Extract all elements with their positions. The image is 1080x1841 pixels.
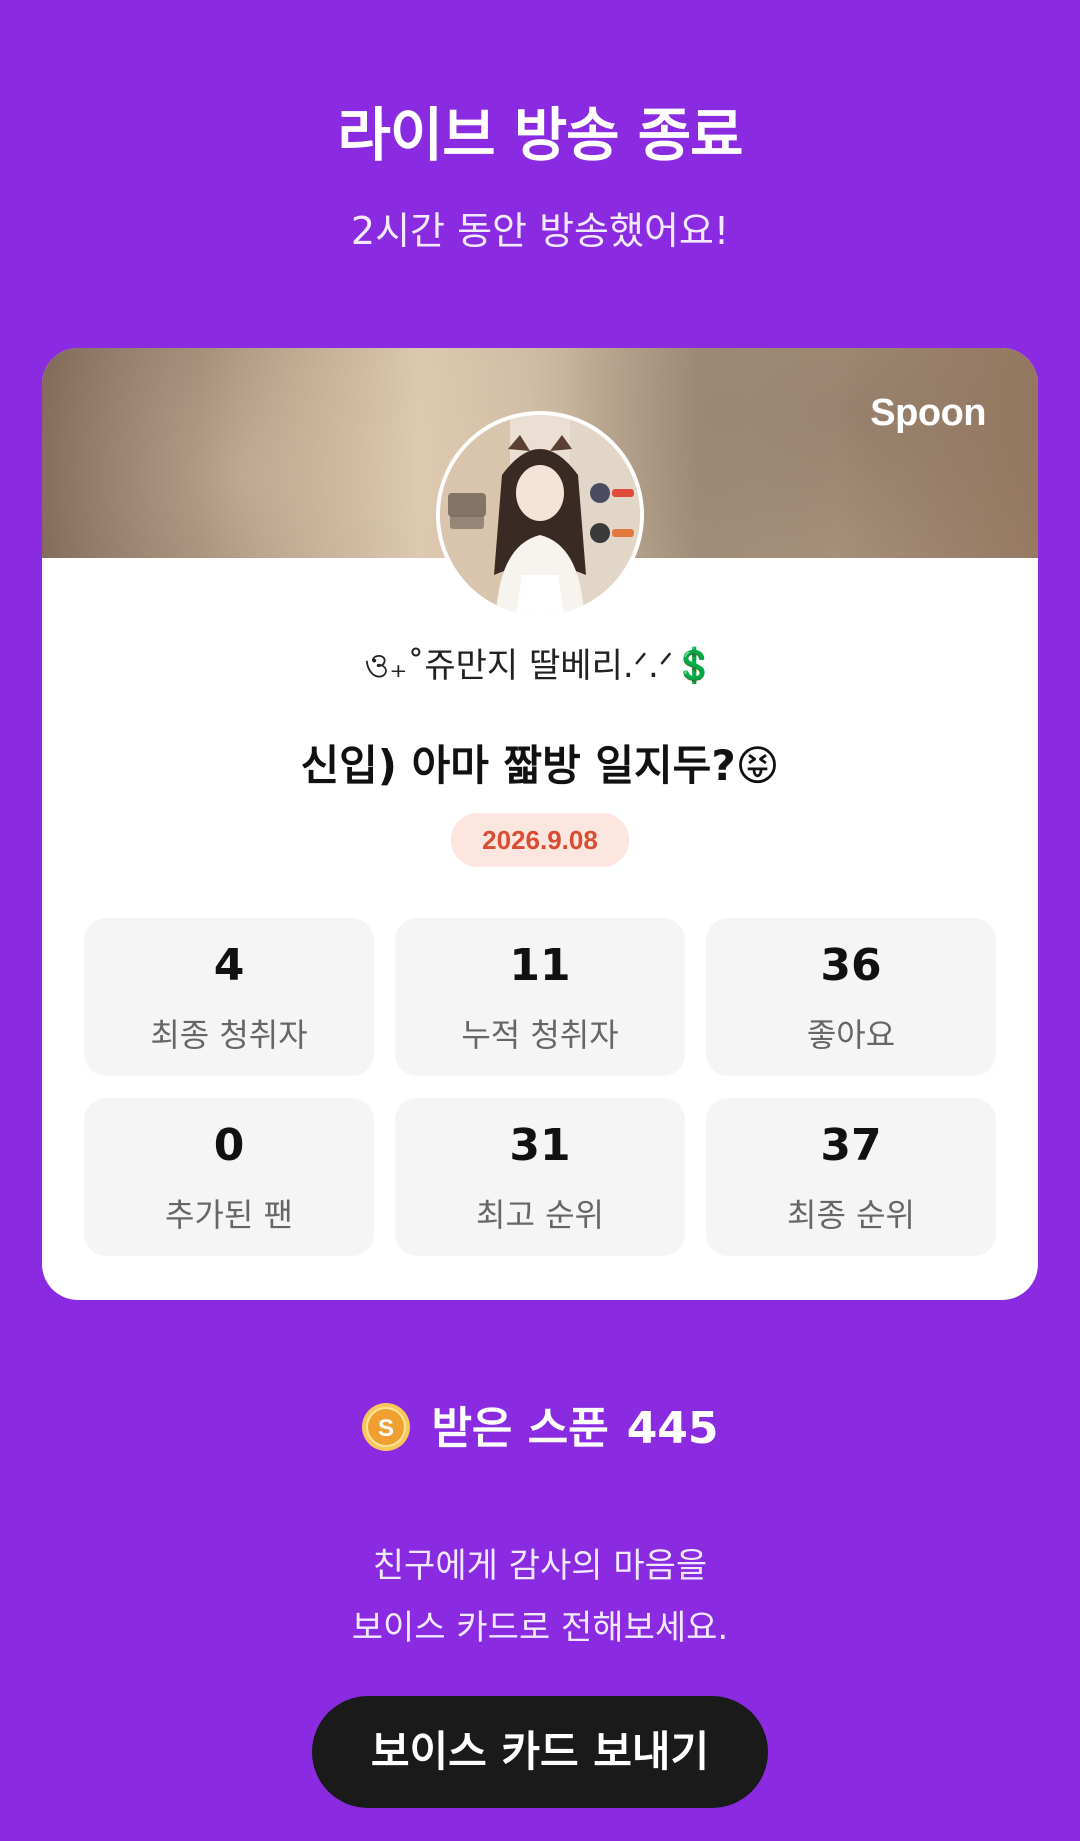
voice-card-prompt-line: 친구에게 감사의 마음을 <box>372 1546 708 1586</box>
broadcast-title: 신입) 아마 짧방 일지두?😝 <box>300 741 780 790</box>
stat-label: 누적 청취자 <box>461 1016 619 1054</box>
stat-best-rank: 31 최고 순위 <box>395 1098 685 1256</box>
host-nickname: ও₊˚쥬만지 딸베리.ᐟ.ᐟ💲 <box>364 646 716 686</box>
svg-text:S: S <box>378 1415 394 1442</box>
stats-grid: 4 최종 청취자 11 누적 청취자 36 좋아요 0 추가된 팬 31 최고 … <box>84 918 996 1256</box>
date-badge: 2026.9.08 <box>451 813 629 867</box>
spoons-label: 받은 스푼 <box>431 1403 609 1454</box>
stat-label: 최고 순위 <box>476 1196 604 1234</box>
stat-label: 추가된 팬 <box>165 1196 293 1234</box>
stat-value: 11 <box>509 940 571 991</box>
send-voice-card-button[interactable]: 보이스 카드 보내기 <box>312 1696 768 1808</box>
stat-total-listeners: 11 누적 청취자 <box>395 918 685 1076</box>
stat-value: 37 <box>820 1120 882 1171</box>
stat-label: 최종 청취자 <box>150 1016 308 1054</box>
stat-final-listeners: 4 최종 청취자 <box>84 918 374 1076</box>
avatar <box>436 411 644 619</box>
stat-final-rank: 37 최종 순위 <box>706 1098 996 1256</box>
broadcast-summary-card: Spoon ও₊˚쥬만지 딸베리.ᐟ.ᐟ💲 신입) 아마 짧방 일지두?😝 20… <box>42 348 1038 1300</box>
stat-value: 4 <box>213 940 245 991</box>
page-title: 라이브 방송 종료 <box>337 101 744 169</box>
host-profile-photo-icon <box>440 415 640 615</box>
broadcast-duration: 2시간 동안 방송했어요! <box>350 209 730 253</box>
voice-card-prompt-line: 보이스 카드로 전해보세요. <box>351 1608 729 1648</box>
spoon-logo: Spoon <box>870 392 986 434</box>
stat-value: 36 <box>820 940 882 991</box>
stat-label: 좋아요 <box>806 1016 896 1054</box>
stat-value: 31 <box>509 1120 571 1171</box>
stat-likes: 36 좋아요 <box>706 918 996 1076</box>
stat-value: 0 <box>213 1120 245 1171</box>
received-spoons: S 받은 스푼 445 <box>0 1392 1080 1456</box>
spoons-amount: 445 <box>626 1403 719 1454</box>
spoon-coin-icon: S <box>361 1402 411 1452</box>
stat-label: 최종 순위 <box>787 1196 915 1234</box>
voice-card-prompt: 친구에게 감사의 마음을 보이스 카드로 전해보세요. <box>0 1535 1080 1659</box>
stat-new-fans: 0 추가된 팬 <box>84 1098 374 1256</box>
